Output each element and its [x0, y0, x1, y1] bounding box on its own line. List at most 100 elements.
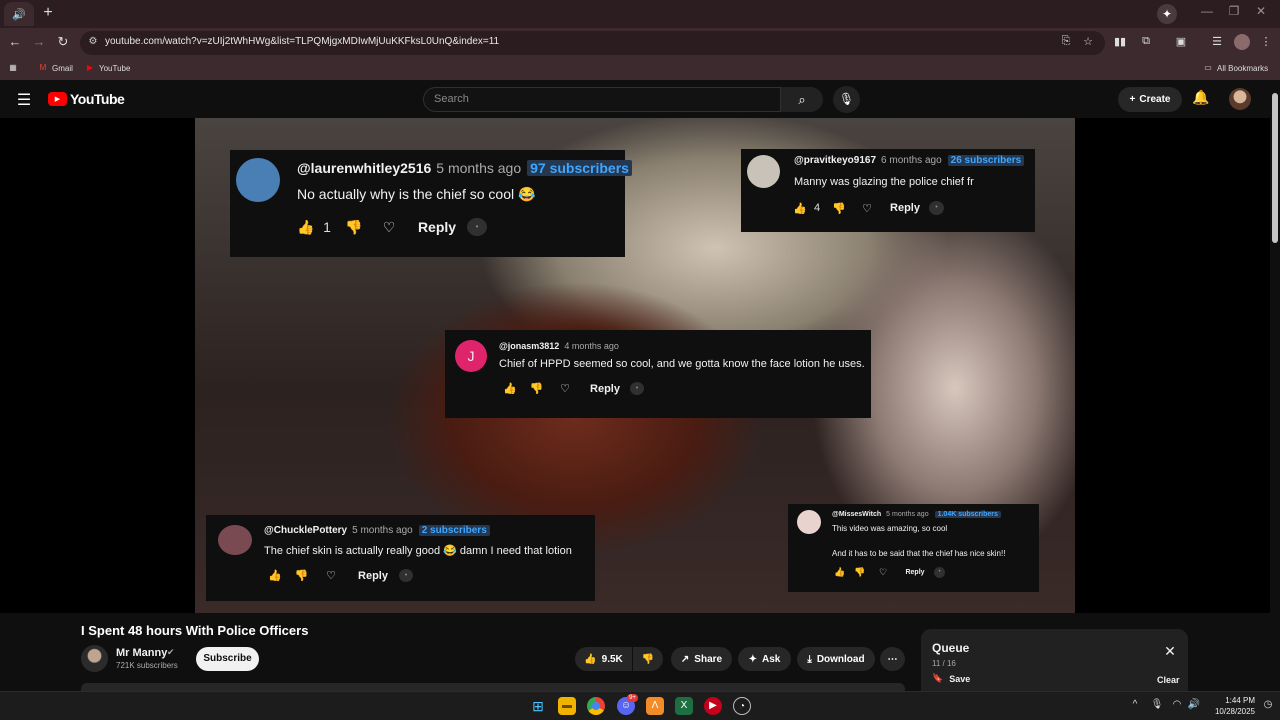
new-tab-button[interactable]: + — [40, 4, 56, 22]
video-player[interactable]: @laurenwhitley2516 5 months ago 97 subsc… — [195, 118, 1075, 613]
media-player-icon[interactable]: ▶ — [704, 697, 722, 715]
system-clock[interactable]: 1:44 PM 10/28/2025 — [1205, 695, 1255, 717]
reply-count-icon: • — [630, 382, 644, 395]
share-icon: ↗ — [680, 653, 690, 665]
chrome-icon[interactable] — [587, 697, 605, 715]
windows-start-icon[interactable]: ⊞ — [529, 697, 547, 715]
reply-count-icon: • — [929, 201, 944, 215]
comment-text: The chief skin is actually really good 😂… — [264, 545, 572, 557]
search-button[interactable]: ⌕ — [781, 87, 823, 112]
comment-handle: @jonasm3812 — [499, 341, 560, 351]
download-button[interactable]: ⤓ Download — [797, 647, 875, 671]
heart-icon: ♡ — [560, 383, 570, 395]
apps-grid-icon[interactable]: ▦ — [8, 63, 18, 73]
excel-icon[interactable]: X — [675, 697, 693, 715]
subscribe-button[interactable]: Subscribe — [196, 647, 259, 671]
browser-toolbar: ← → ↻ ⚙ youtube.com/watch?v=zUIj2tWhHWg&… — [0, 28, 1280, 58]
profile-avatar[interactable] — [1234, 34, 1250, 50]
tray-mic-icon[interactable]: 🎙 — [1150, 699, 1164, 710]
bookmark-label: YouTube — [99, 63, 131, 73]
app-settings-icon[interactable]: ◔ — [733, 697, 751, 715]
bookmark-youtube[interactable]: ▶ YouTube — [85, 63, 131, 73]
comment-header: @ChucklePottery 5 months ago 2 subscribe… — [264, 525, 490, 536]
comment-card: @MissesWitch 5 months ago 1.04K subscrib… — [788, 504, 1039, 592]
thumbs-down-icon: 👎 — [832, 202, 846, 215]
queue-save-button[interactable]: 🔖 Save — [932, 673, 970, 684]
clock-time: 1:44 PM — [1225, 696, 1255, 705]
maximize-button[interactable]: ❐ — [1224, 4, 1244, 22]
file-explorer-icon[interactable]: ▬ — [558, 697, 576, 715]
folder-icon: ▭ — [1204, 63, 1212, 72]
extensions-puzzle-icon[interactable]: ⧉ — [1138, 35, 1154, 51]
notifications-bell-icon[interactable]: 🔔 — [1191, 89, 1211, 109]
reading-list-icon[interactable]: ☰ — [1209, 35, 1225, 51]
dislike-button[interactable]: 👎 — [633, 647, 663, 671]
volume-icon[interactable]: 🔊 — [1187, 699, 1201, 710]
close-icon[interactable]: ✕ — [1163, 644, 1177, 658]
wifi-icon[interactable]: ◠ — [1170, 699, 1184, 710]
commenter-avatar: J — [455, 340, 487, 372]
install-app-icon[interactable]: ⎘ — [1058, 35, 1074, 51]
url-text[interactable]: youtube.com/watch?v=zUIj2tWhHWg&list=TLP… — [105, 36, 499, 47]
bookmark-gmail[interactable]: M Gmail — [38, 63, 73, 73]
comment-header: @pravitkeyo9167 6 months ago 26 subscrib… — [794, 155, 1025, 166]
description-box[interactable] — [81, 683, 905, 691]
thumbs-down-icon: 👎 — [641, 653, 655, 665]
queue-clear-button[interactable]: Clear — [1157, 675, 1180, 685]
heart-icon: ♡ — [862, 202, 872, 215]
back-button[interactable]: ← — [6, 34, 24, 52]
extension-icon[interactable]: ▮▮ — [1112, 35, 1128, 51]
forward-button[interactable]: → — [30, 34, 48, 52]
create-button[interactable]: + Create — [1118, 87, 1182, 112]
minimize-button[interactable]: — — [1197, 4, 1217, 22]
logo-text: YouTube — [70, 91, 125, 107]
more-actions-button[interactable]: ⋯ — [880, 647, 905, 671]
scrollbar-thumb[interactable] — [1272, 93, 1278, 243]
verified-check-icon: ✔ — [167, 647, 175, 657]
bookmark-star-icon[interactable]: ☆ — [1080, 35, 1096, 51]
reply-count-icon: • — [934, 567, 945, 578]
share-button[interactable]: ↗ Share — [671, 647, 732, 671]
browser-menu-icon[interactable]: ⋮ — [1258, 35, 1274, 51]
tray-chevron-up-icon[interactable]: ^ — [1128, 699, 1142, 710]
thumbs-up-icon: 👍 — [268, 570, 282, 582]
address-bar[interactable]: ⚙ youtube.com/watch?v=zUIj2tWhHWg&list=T… — [80, 31, 1105, 55]
comment-time: 5 months ago — [886, 511, 929, 518]
clock-date: 10/28/2025 — [1214, 707, 1255, 716]
notification-center-icon[interactable]: ◷ — [1261, 699, 1275, 710]
commenter-avatar — [236, 158, 280, 202]
reply-count-icon: • — [467, 218, 487, 236]
page-scrollbar[interactable] — [1270, 81, 1280, 691]
subscriber-badge: 97 subscribers — [527, 160, 632, 176]
close-window-button[interactable]: ✕ — [1251, 4, 1271, 22]
channel-avatar[interactable] — [81, 645, 108, 672]
like-count: 1 — [323, 219, 331, 235]
tab-search-icon[interactable]: ▣ — [1173, 35, 1189, 51]
youtube-play-icon: ▶ — [48, 92, 67, 106]
site-info-icon[interactable]: ⚙ — [86, 36, 100, 50]
thumbs-down-icon: 👎 — [294, 570, 309, 582]
youtube-logo[interactable]: ▶ YouTube — [48, 91, 125, 107]
hamburger-menu-icon[interactable]: ☰ — [16, 90, 32, 109]
reload-button[interactable]: ↻ — [54, 34, 72, 52]
gemini-sparkle-icon[interactable]: ✦ — [1157, 4, 1177, 24]
download-icon: ⤓ — [807, 653, 812, 665]
ask-button[interactable]: ✦ Ask — [738, 647, 791, 671]
queue-title: Queue — [932, 641, 970, 655]
all-bookmarks[interactable]: ▭ All Bookmarks — [1203, 63, 1268, 73]
browser-tab[interactable]: 🔊 — [4, 2, 34, 26]
voice-search-button[interactable]: 🎙 — [833, 86, 860, 113]
comment-card: @pravitkeyo9167 6 months ago 26 subscrib… — [741, 149, 1035, 232]
subscriber-badge: 1.04K subscribers — [934, 511, 1001, 518]
like-button[interactable]: 👍 9.5K — [575, 647, 632, 671]
thumbs-up-icon: 👍 — [297, 218, 315, 235]
thumbs-down-icon: 👎 — [854, 567, 866, 577]
thumbs-up-icon: 👍 — [834, 567, 846, 577]
thumbs-up-icon: 👍 — [793, 202, 807, 215]
search-input[interactable]: Search — [423, 87, 781, 112]
commenter-avatar — [747, 155, 780, 188]
account-avatar[interactable] — [1229, 88, 1251, 110]
subscriber-badge: 26 subscribers — [947, 155, 1025, 166]
channel-name[interactable]: Mr Manny — [116, 647, 167, 659]
app-a-icon[interactable]: Λ — [646, 697, 664, 715]
